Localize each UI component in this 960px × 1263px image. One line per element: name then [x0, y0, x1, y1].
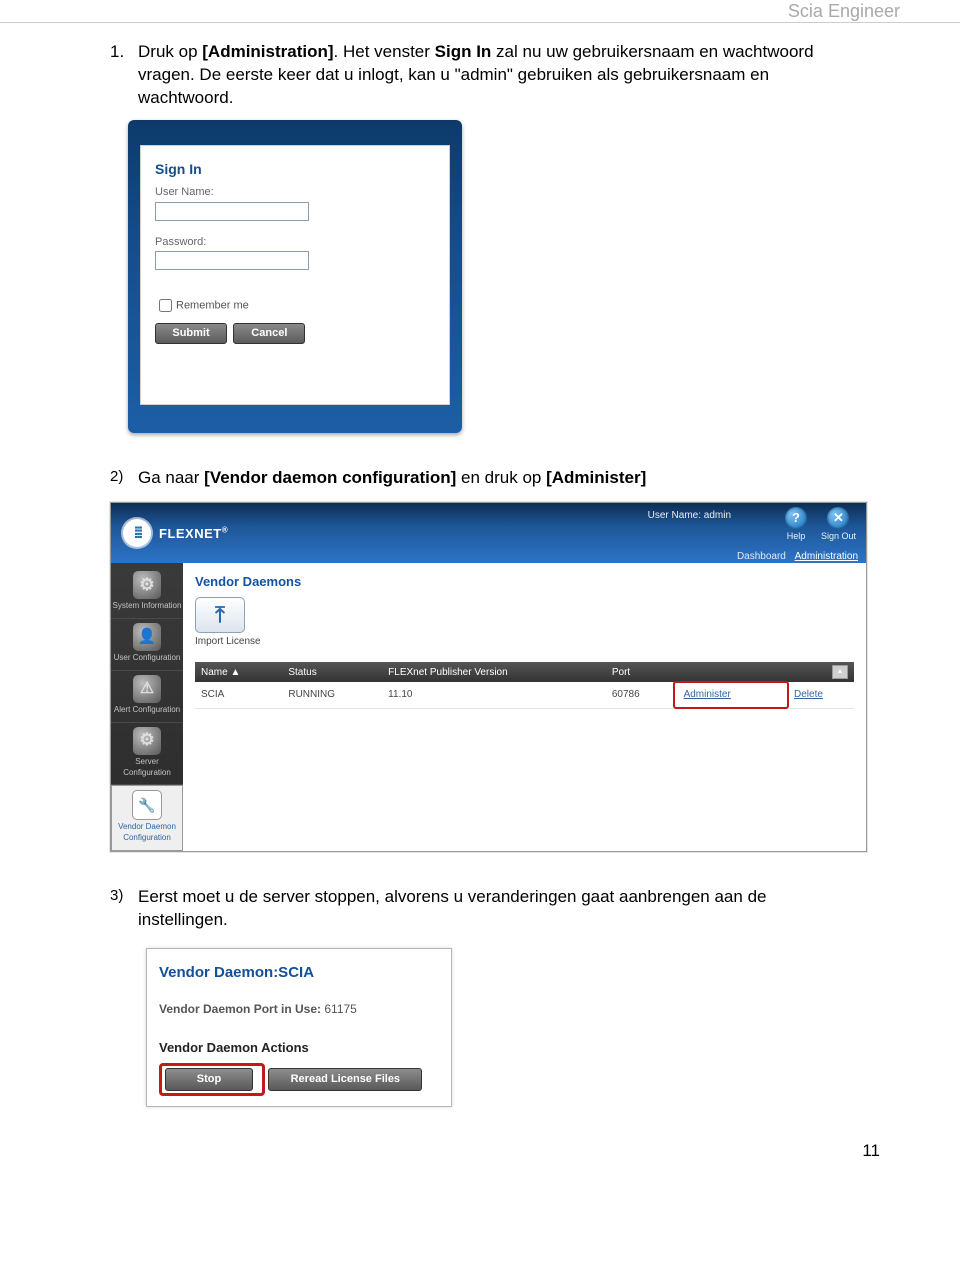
- alert-icon: [133, 675, 161, 703]
- step-2-marker: 2): [110, 467, 138, 490]
- sidebar-item-user[interactable]: User Configuration: [111, 619, 183, 671]
- stop-highlight: Stop: [159, 1063, 265, 1096]
- side-nav: System Information User Configuration Al…: [111, 563, 183, 851]
- step-1-text: Druk op [Administration]. Het venster Si…: [138, 41, 850, 110]
- signout-icon: ✕: [827, 507, 849, 529]
- scroll-up-icon[interactable]: ▴: [832, 665, 848, 679]
- flexnet-brand: FLEXNET®: [159, 525, 228, 543]
- signin-screenshot: Sign In User Name: Password: Remember me…: [128, 120, 850, 434]
- flexnet-screenshot: ⁞⁞⁞ FLEXNET® User Name: admin ? Help ✕ S…: [110, 502, 867, 852]
- import-license-label: Import License: [195, 635, 854, 649]
- col-name[interactable]: Name ▲: [195, 662, 282, 682]
- vdscia-title: Vendor Daemon:SCIA: [159, 963, 445, 983]
- signout-button[interactable]: ✕ Sign Out: [821, 507, 856, 542]
- cancel-button[interactable]: Cancel: [233, 323, 305, 344]
- step-1: 1. Druk op [Administration]. Het venster…: [110, 41, 850, 110]
- import-license-button[interactable]: ⤒: [195, 597, 245, 633]
- password-input[interactable]: [155, 251, 309, 270]
- submit-button[interactable]: Submit: [155, 323, 227, 344]
- flexnet-topbar: ⁞⁞⁞ FLEXNET® User Name: admin ? Help ✕ S…: [111, 503, 866, 563]
- col-status[interactable]: Status: [282, 662, 382, 682]
- page-number: 11: [0, 1107, 960, 1161]
- user-name-label: User Name:: [155, 185, 435, 200]
- wrench-icon: [132, 790, 162, 820]
- table-row: SCIA RUNNING 11.10 60786 Administer Dele…: [195, 682, 854, 708]
- help-button[interactable]: ? Help: [785, 507, 807, 542]
- remember-checkbox[interactable]: [159, 299, 172, 312]
- flexnet-main: Vendor Daemons ⤒ Import License Name ▲ S…: [183, 563, 866, 851]
- flexnet-logo-icon: ⁞⁞⁞: [123, 519, 151, 547]
- nav-tabs: Dashboard Administration: [731, 550, 858, 564]
- step-3-text: Eerst moet u de server stoppen, alvorens…: [138, 886, 850, 932]
- step-3: 3) Eerst moet u de server stoppen, alvor…: [110, 886, 850, 932]
- stop-button[interactable]: Stop: [165, 1068, 253, 1091]
- vdscia-actions-title: Vendor Daemon Actions: [159, 1039, 445, 1057]
- help-icon: ?: [785, 507, 807, 529]
- product-name: Scia Engineer: [788, 1, 900, 22]
- password-label: Password:: [155, 235, 435, 250]
- step-1-marker: 1.: [110, 41, 138, 110]
- sidebar-item-vendor-daemon[interactable]: Vendor Daemon Configuration: [111, 785, 183, 851]
- page-body: 1. Druk op [Administration]. Het venster…: [0, 23, 960, 1107]
- vdscia-port: Vendor Daemon Port in Use: 61175: [159, 1001, 445, 1017]
- document-header: Scia Engineer: [0, 0, 960, 23]
- vendor-daemons-title: Vendor Daemons: [195, 573, 854, 591]
- vendor-daemon-scia-panel: Vendor Daemon:SCIA Vendor Daemon Port in…: [146, 948, 452, 1107]
- sidebar-item-server[interactable]: Server Configuration: [111, 723, 183, 786]
- administer-link[interactable]: Administer: [674, 682, 788, 708]
- delete-link[interactable]: Delete: [788, 682, 854, 708]
- step-2: 2) Ga naar [Vendor daemon configuration]…: [110, 467, 850, 490]
- step-2-text: Ga naar [Vendor daemon configuration] en…: [138, 467, 646, 490]
- reread-button[interactable]: Reread License Files: [268, 1068, 422, 1091]
- signin-title: Sign In: [155, 160, 435, 179]
- flexnet-user: User Name: admin: [648, 509, 731, 523]
- col-version[interactable]: FLEXnet Publisher Version: [382, 662, 606, 682]
- user-icon: [133, 623, 161, 651]
- tab-dashboard[interactable]: Dashboard: [737, 551, 786, 562]
- gear-icon: [133, 727, 161, 755]
- col-port[interactable]: Port: [606, 662, 674, 682]
- sidebar-item-alert[interactable]: Alert Configuration: [111, 671, 183, 723]
- remember-me[interactable]: Remember me: [155, 296, 435, 315]
- user-name-input[interactable]: [155, 202, 309, 221]
- gear-icon: [133, 571, 161, 599]
- sidebar-item-system[interactable]: System Information: [111, 567, 183, 619]
- step-3-marker: 3): [110, 886, 138, 932]
- tab-administration[interactable]: Administration: [795, 551, 858, 562]
- vendor-daemon-table: Name ▲ Status FLEXnet Publisher Version …: [195, 662, 854, 709]
